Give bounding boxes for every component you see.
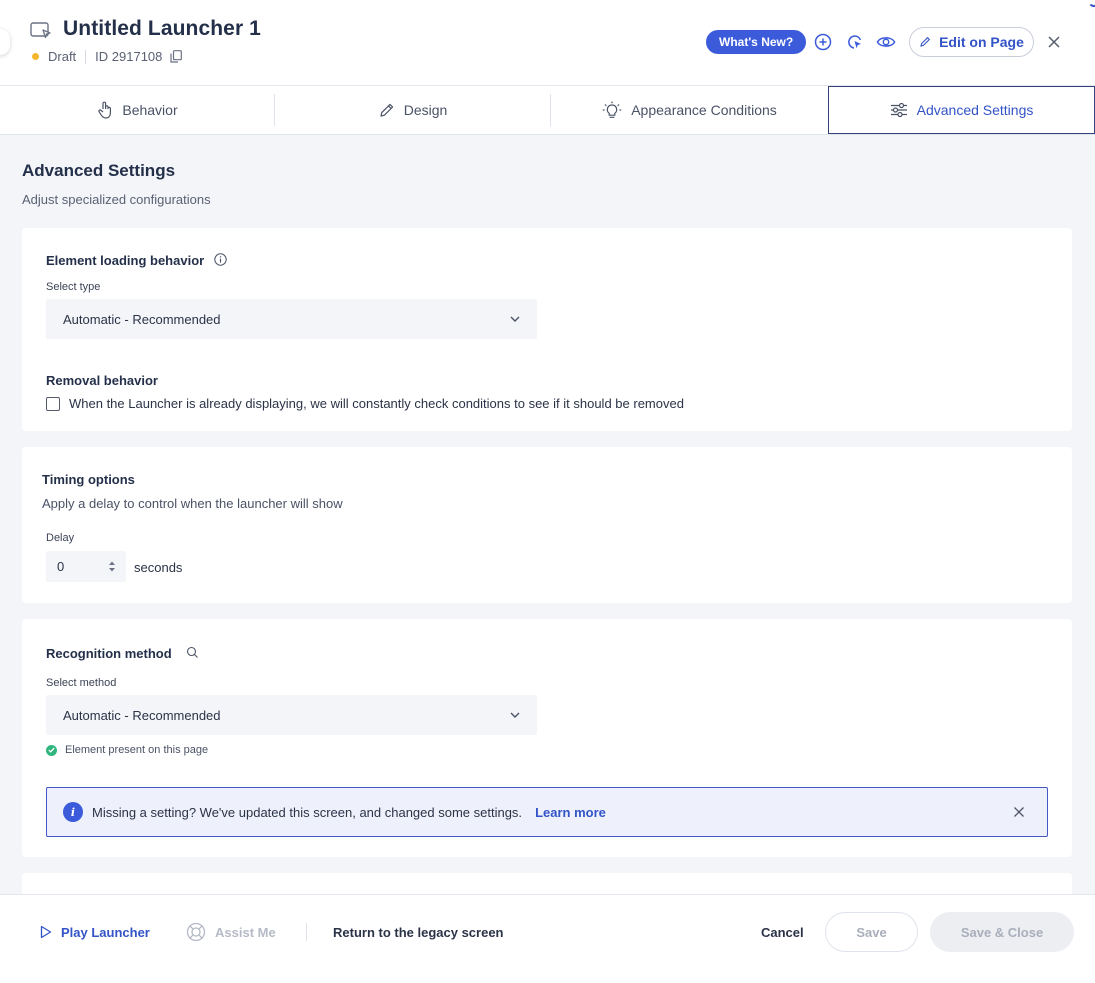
- delay-value: 0: [57, 559, 65, 574]
- delay-unit: seconds: [134, 560, 183, 575]
- check-circle-icon: [46, 744, 57, 756]
- select-type-dropdown[interactable]: Automatic - Recommended: [46, 299, 537, 339]
- copy-icon[interactable]: [170, 50, 183, 63]
- removal-behavior-option[interactable]: When the Launcher is already displaying,…: [46, 396, 684, 411]
- info-banner-text: Missing a setting? We've updated this sc…: [92, 804, 523, 820]
- element-status: Element present on this page: [46, 744, 208, 756]
- launcher-title[interactable]: Untitled Launcher 1: [63, 17, 261, 41]
- close-icon[interactable]: [1046, 34, 1062, 50]
- settings-content[interactable]: Advanced Settings Adjust specialized con…: [0, 135, 1095, 894]
- whats-new-button[interactable]: What's New?: [706, 30, 807, 54]
- info-icon[interactable]: [214, 253, 227, 266]
- lifebuoy-icon: [186, 922, 206, 942]
- tab-design-label: Design: [403, 102, 448, 118]
- tab-advanced-settings[interactable]: Advanced Settings: [828, 86, 1095, 134]
- cancel-button[interactable]: Cancel: [761, 922, 804, 942]
- recognition-method-card: Recognition method Select method Automat…: [22, 619, 1072, 857]
- removal-behavior-title: Removal behavior: [46, 373, 158, 388]
- tab-appearance-conditions-label: Appearance Conditions: [631, 102, 777, 118]
- refresh-pointer-icon[interactable]: [845, 32, 865, 52]
- save-button[interactable]: Save: [825, 912, 918, 952]
- select-method-value: Automatic - Recommended: [63, 707, 221, 723]
- pencil-icon: [380, 103, 393, 117]
- select-type-label: Select type: [46, 281, 101, 293]
- preview-eye-icon[interactable]: [876, 32, 896, 52]
- tab-behavior-label: Behavior: [122, 102, 178, 118]
- edit-on-page-button[interactable]: Edit on Page: [909, 27, 1034, 57]
- info-banner: i Missing a setting? We've updated this …: [46, 787, 1048, 837]
- element-loading-card: Element loading behavior Select type Aut…: [22, 228, 1072, 431]
- timing-options-subtitle: Apply a delay to control when the launch…: [42, 496, 343, 511]
- element-status-text: Element present on this page: [65, 744, 209, 756]
- play-icon: [40, 925, 52, 939]
- timing-options-title: Timing options: [42, 472, 135, 487]
- pencil-icon: [920, 36, 931, 47]
- lightbulb-icon: [603, 101, 622, 118]
- assist-me-button[interactable]: Assist Me: [186, 922, 276, 942]
- page-subtitle: Adjust specialized configurations: [22, 192, 211, 207]
- page-title: Advanced Settings: [22, 161, 176, 180]
- tab-appearance-conditions[interactable]: Appearance Conditions: [551, 86, 828, 134]
- chevron-down-icon: [510, 316, 520, 322]
- tab-advanced-settings-label: Advanced Settings: [916, 102, 1034, 118]
- learn-more-link[interactable]: Learn more: [535, 805, 606, 820]
- hand-pointer-icon: [98, 101, 112, 119]
- assist-me-label: Assist Me: [215, 924, 276, 940]
- footer-bar: Play Launcher Assist Me Return to the le…: [0, 894, 1095, 983]
- divider: [85, 49, 87, 64]
- save-and-close-button[interactable]: Save & Close: [930, 912, 1074, 952]
- removal-checkbox-label: When the Launcher is already displaying,…: [69, 396, 684, 411]
- recognition-method-title: Recognition method: [46, 646, 172, 661]
- select-type-value: Automatic - Recommended: [63, 311, 221, 327]
- divider: [306, 923, 307, 941]
- play-launcher-label: Play Launcher: [61, 924, 150, 940]
- select-method-label: Select method: [46, 677, 117, 689]
- return-legacy-link[interactable]: Return to the legacy screen: [333, 922, 504, 942]
- header-bar: Untitled Launcher 1 Draft ID 2917108 Wha…: [0, 0, 1095, 86]
- delay-stepper[interactable]: 0: [46, 551, 126, 582]
- delay-label: Delay: [46, 532, 75, 544]
- search-icon[interactable]: [186, 646, 199, 659]
- chevron-down-icon: [510, 712, 520, 718]
- close-icon[interactable]: [1013, 806, 1025, 818]
- tab-design[interactable]: Design: [275, 86, 551, 134]
- corner-indicator: [1088, 0, 1095, 7]
- tab-bar: Behavior Design Appearance Conditions Ad…: [0, 86, 1095, 135]
- play-launcher-button[interactable]: Play Launcher: [40, 922, 150, 942]
- select-method-dropdown[interactable]: Automatic - Recommended: [46, 695, 537, 735]
- add-circle-icon[interactable]: [813, 32, 833, 52]
- element-loading-title: Element loading behavior: [46, 253, 205, 268]
- timing-options-card: Timing options Apply a delay to control …: [22, 447, 1072, 603]
- item-id: ID 2917108: [95, 49, 163, 64]
- sliders-icon: [890, 102, 907, 118]
- stepper-arrows-icon[interactable]: [108, 560, 116, 573]
- launcher-icon: [30, 22, 51, 39]
- collapse-handle[interactable]: [0, 29, 10, 55]
- removal-checkbox[interactable]: [46, 396, 60, 411]
- info-icon: i: [63, 802, 83, 822]
- next-settings-card: [22, 873, 1072, 894]
- status-label: Draft: [48, 49, 77, 64]
- status-row: Draft ID 2917108: [32, 49, 183, 64]
- edit-on-page-label: Edit on Page: [939, 34, 1024, 50]
- tab-behavior[interactable]: Behavior: [0, 86, 275, 134]
- draft-status-dot: [32, 53, 39, 60]
